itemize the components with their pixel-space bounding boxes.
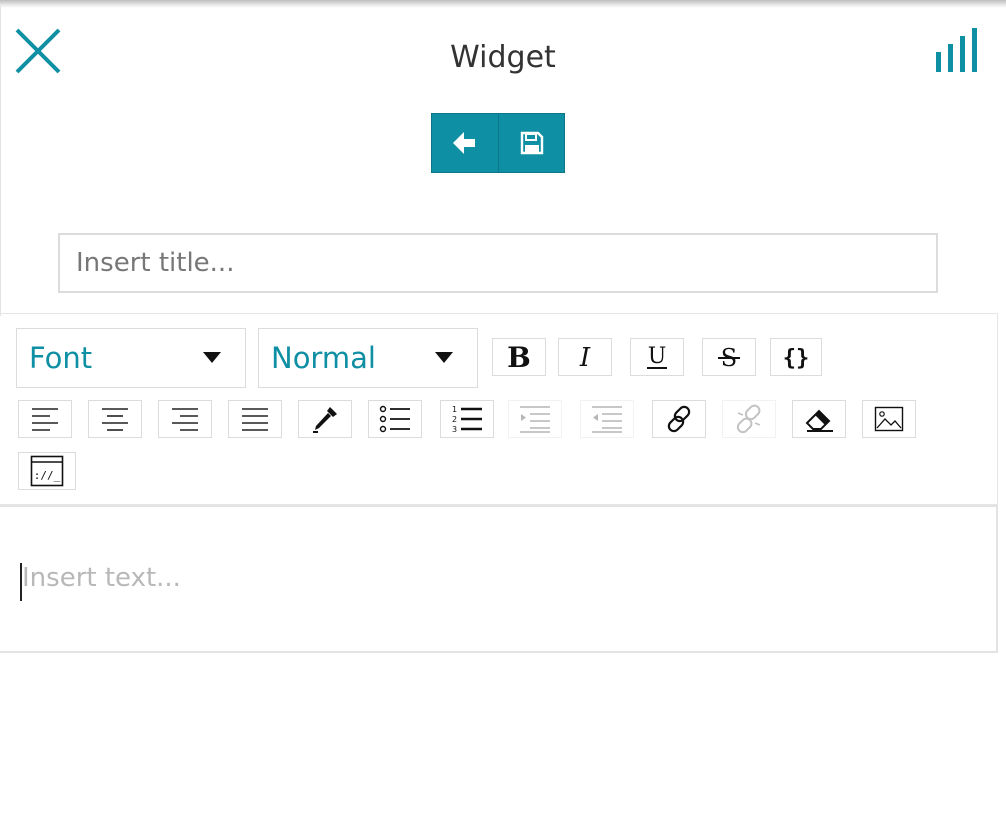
bullet-list-icon (379, 405, 410, 433)
svg-text:://_: ://_ (34, 469, 61, 482)
indent-button[interactable] (508, 400, 562, 438)
title-input[interactable] (58, 233, 938, 293)
svg-text:2: 2 (452, 415, 457, 424)
code-button[interactable]: {} (770, 338, 822, 376)
underline-button[interactable]: U (630, 338, 684, 376)
chevron-down-icon (435, 352, 453, 363)
numbered-list-icon: 1 2 3 (452, 405, 482, 434)
align-justify-button[interactable] (228, 400, 282, 438)
align-right-button[interactable] (158, 400, 212, 438)
editor-placeholder: Insert text... (22, 563, 181, 593)
align-center-button[interactable] (88, 400, 142, 438)
align-left-icon (32, 408, 58, 431)
bold-icon: B (507, 342, 531, 372)
unlink-icon (736, 404, 761, 434)
image-icon (874, 406, 904, 432)
align-right-icon (172, 408, 198, 431)
text-color-button[interactable] (298, 400, 352, 438)
link-icon (667, 405, 691, 433)
svg-text:U: U (648, 344, 667, 369)
italic-button[interactable]: I (558, 338, 612, 376)
chevron-down-icon (203, 352, 221, 363)
insert-image-button[interactable] (862, 400, 916, 438)
italic-icon: I (579, 343, 591, 372)
bar-chart-icon (936, 28, 977, 72)
embed-code-button[interactable]: ://_ (18, 452, 76, 490)
strikethrough-icon: S (718, 344, 740, 372)
save-button[interactable] (498, 114, 564, 172)
align-justify-icon (242, 408, 268, 431)
font-select-value: Font (29, 341, 93, 375)
curly-braces-icon: {} (783, 346, 810, 371)
strikethrough-button[interactable]: S (702, 338, 756, 376)
page-title: Widget (450, 40, 556, 75)
arrow-left-icon (453, 132, 475, 154)
eyedropper-icon (313, 407, 337, 433)
size-select-value: Normal (271, 341, 376, 375)
stats-button[interactable] (934, 27, 982, 73)
svg-text:1: 1 (452, 405, 457, 414)
svg-text:I: I (579, 343, 591, 372)
svg-text:3: 3 (452, 425, 457, 434)
embed-code-icon: ://_ (30, 455, 64, 487)
clear-format-button[interactable] (792, 400, 846, 438)
outdent-icon (592, 406, 622, 433)
size-select[interactable]: Normal (258, 328, 478, 388)
align-left-button[interactable] (18, 400, 72, 438)
svg-text:B: B (507, 342, 531, 372)
link-button[interactable] (652, 400, 706, 438)
outdent-button[interactable] (580, 400, 634, 438)
font-select[interactable]: Font (16, 328, 246, 388)
bullet-list-button[interactable] (368, 400, 422, 438)
eraser-icon (805, 409, 833, 432)
back-button[interactable] (432, 114, 498, 172)
unlink-button[interactable] (722, 400, 776, 438)
indent-icon (520, 406, 550, 433)
action-button-group (431, 113, 565, 173)
numbered-list-button[interactable]: 1 2 3 (440, 400, 494, 438)
svg-text:{}: {} (783, 346, 810, 371)
align-center-icon (102, 408, 128, 431)
underline-icon: U (647, 344, 667, 369)
top-shadow (0, 0, 1006, 8)
bold-button[interactable]: B (492, 338, 546, 376)
editor-toolbar: Font Normal B I U S {} 1 2 3://_ (0, 313, 998, 505)
floppy-disk-icon (520, 131, 543, 155)
text-editor[interactable]: Insert text... (0, 505, 998, 653)
